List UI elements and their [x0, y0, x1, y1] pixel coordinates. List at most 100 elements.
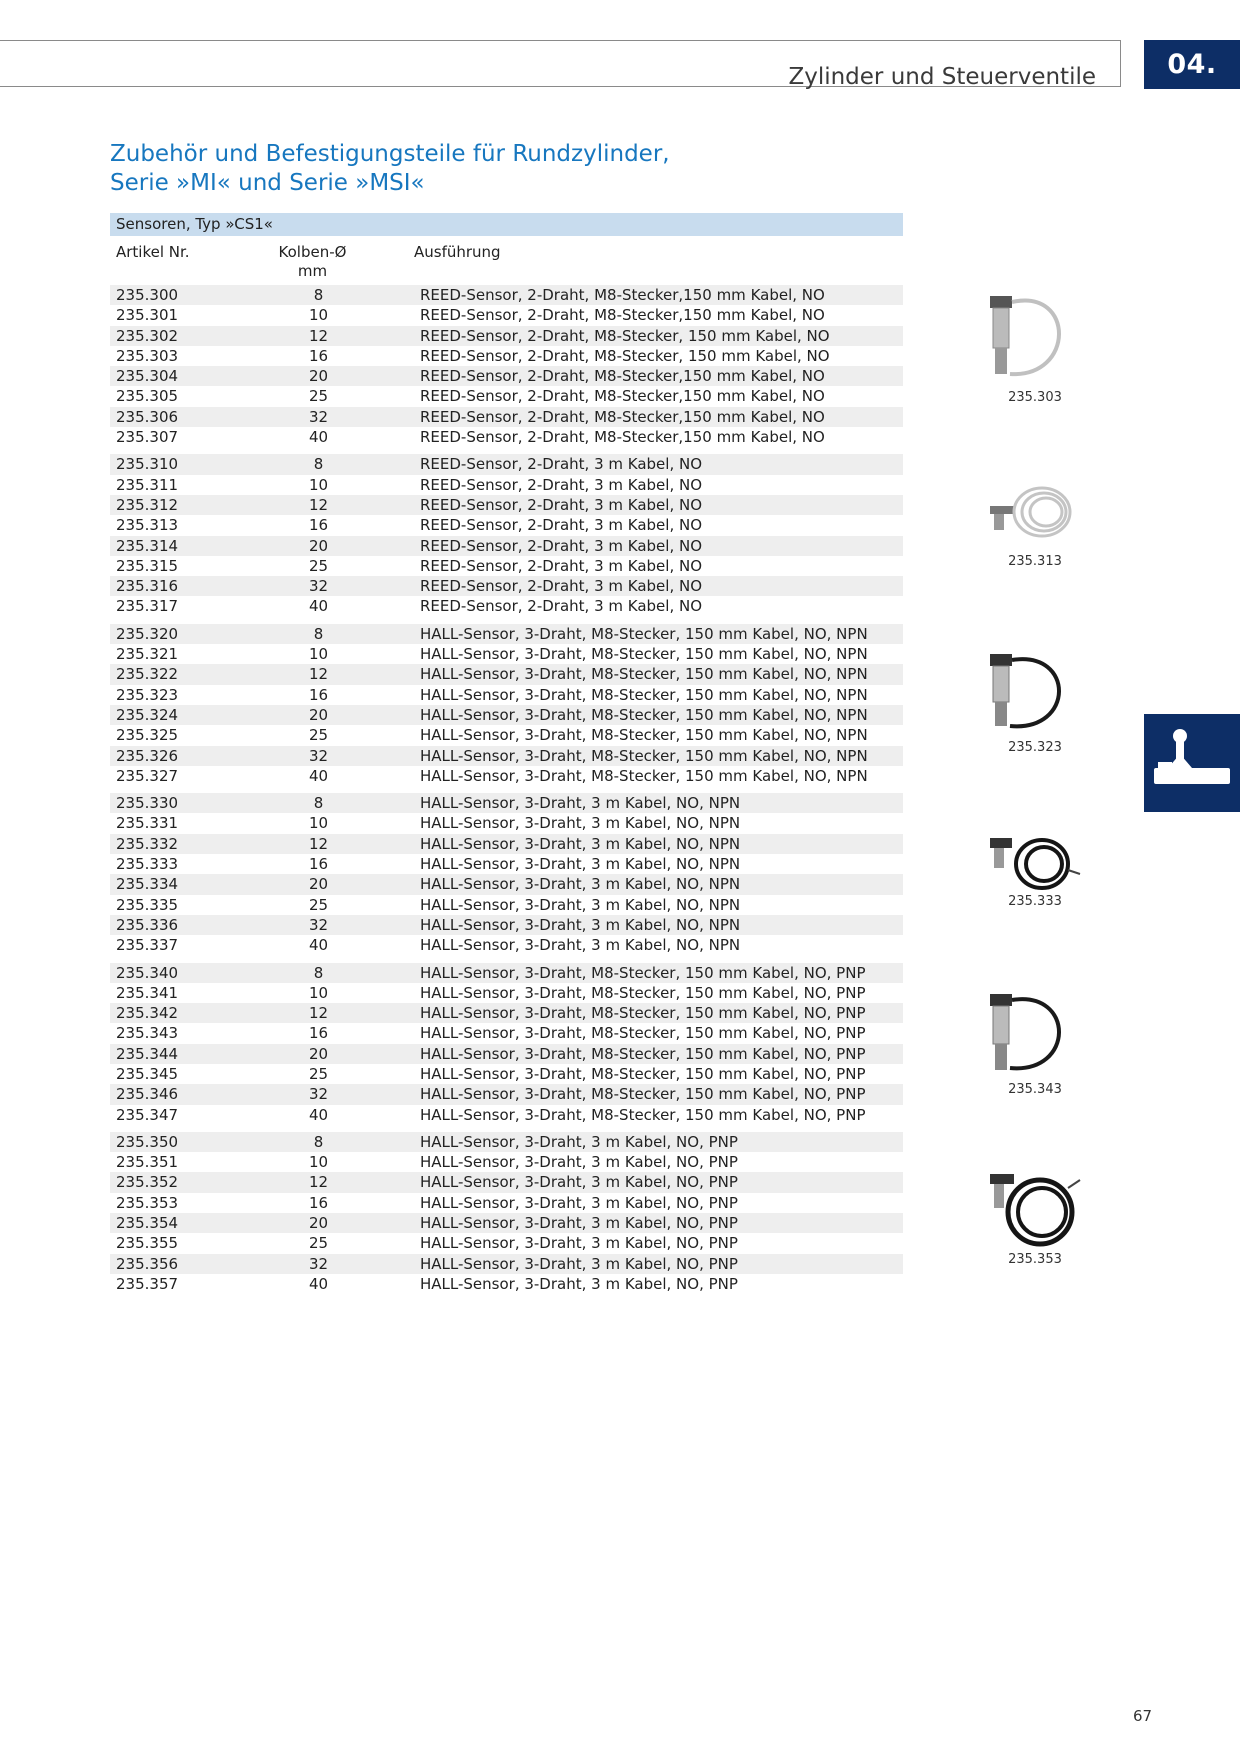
cell-kolben: 25: [308, 1064, 329, 1083]
cell-kolben: 20: [308, 875, 329, 894]
cell-kolben: 20: [308, 1214, 329, 1233]
row-group: 235.340 8 HALL-Sensor, 3-Draht, M8-Stecker…: [110, 962, 903, 1125]
column-header-ausfuehrung: Ausführung: [414, 243, 501, 261]
cell-artikel: 235.326: [116, 746, 179, 765]
column-header-kolben-line-2: mm: [297, 262, 328, 280]
cell-artikel: 235.331: [116, 814, 179, 833]
cell-ausfuehrung: REED-Sensor, 2-Draht, 3 m Kabel, NO: [420, 495, 703, 514]
cell-kolben: 40: [308, 428, 329, 447]
cell-kolben: 40: [308, 766, 329, 785]
table-row: 235.330 8 HALL-Sensor, 3-Draht, 3 m Kabel,…: [110, 793, 903, 814]
cell-ausfuehrung: HALL-Sensor, 3-Draht, M8-Stecker, 150 mm…: [420, 705, 868, 724]
cell-ausfuehrung: REED-Sensor, 2-Draht, M8-Stecker,150 mm …: [420, 387, 825, 406]
chapter-side-tab: [1144, 714, 1240, 812]
table-row: 235.325 25 HALL-Sensor, 3-Draht, M8-Stecke…: [110, 725, 903, 745]
table-row: 235.337 40 HALL-Sensor, 3-Draht, 3 m Kabel…: [110, 935, 903, 955]
cell-kolben: 20: [308, 536, 329, 555]
cell-artikel: 235.320: [116, 624, 179, 643]
table-row: 235.310 8 REED-Sensor, 2-Draht, 3 m Kabel,…: [110, 454, 903, 475]
cell-kolben: 20: [308, 367, 329, 386]
cell-kolben: 8: [313, 455, 324, 474]
cell-ausfuehrung: REED-Sensor, 2-Draht, 3 m Kabel, NO: [420, 577, 703, 596]
cell-artikel: 235.300: [116, 286, 179, 304]
cell-artikel: 235.346: [116, 1085, 179, 1104]
table-row: 235.306 32 REED-Sensor, 2-Draht, M8-Stecke…: [110, 406, 903, 428]
cell-kolben: 32: [308, 577, 329, 596]
cell-ausfuehrung: REED-Sensor, 2-Draht, 3 m Kabel, NO: [420, 516, 703, 535]
table-row: 235.303 16 REED-Sensor, 2-Draht, M8-Stecke…: [110, 346, 903, 366]
cell-artikel: 235.350: [116, 1132, 179, 1151]
table-row: 235.334 20 HALL-Sensor, 3-Draht, 3 m Kabel…: [110, 874, 903, 895]
cell-kolben: 40: [308, 597, 329, 616]
cell-kolben: 10: [308, 475, 329, 494]
cell-ausfuehrung: REED-Sensor, 2-Draht, 3 m Kabel, NO: [420, 455, 703, 474]
cell-ausfuehrung: HALL-Sensor, 3-Draht, M8-Stecker, 150 mm…: [420, 685, 868, 704]
table-row: 235.351 10 HALL-Sensor, 3-Draht, 3 m Kabel…: [110, 1152, 903, 1172]
table-row: 235.304 20 REED-Sensor, 2-Draht, M8-Stecke…: [110, 366, 903, 387]
sensor-cable-icon: [990, 654, 1061, 729]
cell-ausfuehrung: HALL-Sensor, 3-Draht, M8-Stecker, 150 mm…: [420, 1064, 866, 1083]
product-photo: 235.303: [980, 288, 1105, 405]
cell-artikel: 235.323: [116, 685, 179, 704]
cell-ausfuehrung: REED-Sensor, 2-Draht, 3 m Kabel, NO: [420, 475, 703, 494]
cell-kolben: 16: [308, 1193, 329, 1212]
cell-artikel: 235.330: [116, 794, 179, 813]
cell-artikel: 235.352: [116, 1173, 179, 1192]
cell-artikel: 235.335: [116, 895, 179, 914]
table-row: 235.346 32 HALL-Sensor, 3-Draht, M8-Stecke…: [110, 1084, 903, 1105]
cell-ausfuehrung: HALL-Sensor, 3-Draht, M8-Stecker, 150 mm…: [420, 746, 868, 765]
table-row: 235.355 25 HALL-Sensor, 3-Draht, 3 m Kabel…: [110, 1233, 903, 1253]
cell-kolben: 40: [308, 1274, 329, 1293]
cell-kolben: 25: [308, 1234, 329, 1253]
cell-artikel: 235.333: [116, 855, 179, 874]
table-row: 235.350 8 HALL-Sensor, 3-Draht, 3 m Kabel,…: [110, 1131, 903, 1153]
page-title-line-1: Zubehör und Befestigungsteile für Rundzy…: [110, 141, 670, 167]
table-row: 235.311 10 REED-Sensor, 2-Draht, 3 m Kabel…: [110, 475, 903, 495]
cell-kolben: 32: [308, 746, 329, 765]
cell-ausfuehrung: REED-Sensor, 2-Draht, M8-Stecker,150 mm …: [420, 407, 825, 426]
cell-ausfuehrung: REED-Sensor, 2-Draht, M8-Stecker, 150 mm…: [420, 326, 830, 345]
cell-ausfuehrung: REED-Sensor, 2-Draht, M8-Stecker,150 mm …: [420, 286, 825, 304]
cell-ausfuehrung: HALL-Sensor, 3-Draht, M8-Stecker, 150 mm…: [420, 726, 868, 745]
table-row: 235.335 25 HALL-Sensor, 3-Draht, 3 m Kabel…: [110, 895, 903, 915]
table-row: 235.322 12 HALL-Sensor, 3-Draht, M8-Stecke…: [110, 664, 903, 685]
cell-ausfuehrung: HALL-Sensor, 3-Draht, 3 m Kabel, NO, PNP: [420, 1254, 738, 1273]
table-row: 235.305 25 REED-Sensor, 2-Draht, M8-Stecke…: [110, 386, 903, 406]
cell-ausfuehrung: HALL-Sensor, 3-Draht, 3 m Kabel, NO, NPN: [420, 936, 741, 955]
table-row: 235.343 16 HALL-Sensor, 3-Draht, M8-Stecke…: [110, 1023, 903, 1043]
cell-ausfuehrung: HALL-Sensor, 3-Draht, M8-Stecker, 150 mm…: [420, 963, 866, 982]
cell-artikel: 235.327: [116, 766, 179, 785]
cell-kolben: 32: [308, 1085, 329, 1104]
cell-artikel: 235.353: [116, 1193, 179, 1212]
cell-artikel: 235.332: [116, 834, 179, 853]
table-row: 235.316 32 REED-Sensor, 2-Draht, 3 m Kabel…: [110, 576, 903, 597]
cell-ausfuehrung: REED-Sensor, 2-Draht, 3 m Kabel, NO: [420, 536, 703, 555]
cell-ausfuehrung: HALL-Sensor, 3-Draht, 3 m Kabel, NO, NPN: [420, 834, 741, 853]
cell-kolben: 25: [308, 895, 329, 914]
table-row: 235.345 25 HALL-Sensor, 3-Draht, M8-Stecke…: [110, 1064, 903, 1084]
cell-artikel: 235.334: [116, 875, 179, 894]
cell-ausfuehrung: HALL-Sensor, 3-Draht, 3 m Kabel, NO, NPN: [420, 794, 741, 813]
cell-ausfuehrung: HALL-Sensor, 3-Draht, 3 m Kabel, NO, PNP: [420, 1274, 738, 1293]
cell-artikel: 235.322: [116, 665, 179, 684]
row-group: 235.330 8 HALL-Sensor, 3-Draht, 3 m Kabel,…: [110, 793, 903, 955]
product-photo: 235.343: [980, 990, 1105, 1097]
cell-artikel: 235.354: [116, 1214, 179, 1233]
cell-artikel: 235.342: [116, 1004, 179, 1023]
product-photo: 235.323: [980, 650, 1105, 755]
table-row: 235.327 40 HALL-Sensor, 3-Draht, M8-Stecke…: [110, 766, 903, 786]
cell-ausfuehrung: REED-Sensor, 2-Draht, M8-Stecker,150 mm …: [420, 367, 825, 386]
photo-caption: 235.333: [1008, 894, 1062, 909]
cell-ausfuehrung: REED-Sensor, 2-Draht, 3 m Kabel, NO: [420, 556, 703, 575]
cell-artikel: 235.344: [116, 1044, 179, 1063]
header-title: Zylinder und Steuerventile: [788, 64, 1096, 91]
table-row: 235.315 25 REED-Sensor, 2-Draht, 3 m Kabel…: [110, 556, 903, 576]
cell-kolben: 10: [308, 983, 329, 1002]
cell-artikel: 235.341: [116, 983, 179, 1002]
cell-artikel: 235.301: [116, 306, 179, 325]
cell-kolben: 8: [313, 624, 324, 643]
cell-kolben: 16: [308, 685, 329, 704]
cell-artikel: 235.303: [116, 346, 179, 365]
cell-ausfuehrung: HALL-Sensor, 3-Draht, M8-Stecker, 150 mm…: [420, 1044, 866, 1063]
cell-kolben: 10: [308, 306, 329, 325]
